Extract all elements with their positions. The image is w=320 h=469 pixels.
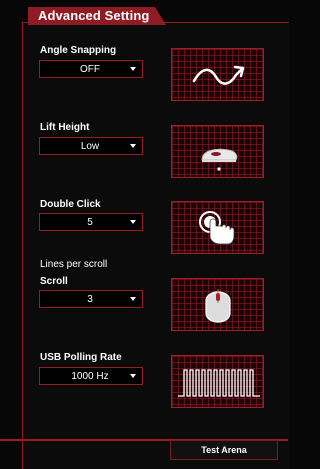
usb-polling-preview — [171, 355, 264, 408]
scroll-label: Scroll — [40, 276, 68, 287]
lift-height-select[interactable]: Low — [39, 137, 143, 155]
scroll-value: 3 — [87, 294, 93, 305]
angle-snapping-value: OFF — [80, 64, 100, 75]
usb-polling-rate-value: 1000 Hz — [71, 371, 109, 382]
lift-height-value: Low — [80, 141, 100, 152]
scroll-select[interactable]: 3 — [39, 290, 143, 308]
double-click-select[interactable]: 5 — [39, 213, 143, 231]
double-click-label: Double Click — [40, 199, 101, 210]
scroll-preview — [171, 278, 264, 331]
angle-snapping-select[interactable]: OFF — [39, 60, 143, 78]
chevron-down-icon — [130, 144, 136, 148]
hand-click-icon — [199, 211, 235, 245]
usb-polling-rate-select[interactable]: 1000 Hz — [39, 367, 143, 385]
wave-arrow-icon — [192, 65, 245, 85]
mouse-top-icon — [205, 289, 231, 323]
chevron-down-icon — [130, 67, 136, 71]
double-click-value: 5 — [87, 217, 93, 228]
lift-height-label: Lift Height — [40, 122, 90, 133]
usb-polling-rate-label: USB Polling Rate — [40, 352, 122, 363]
panel-title: Advanced Setting — [38, 8, 150, 23]
square-wave-icon — [178, 369, 260, 397]
test-arena-button[interactable]: Test Arena — [170, 440, 278, 460]
mouse-side-icon — [201, 148, 238, 171]
angle-snapping-label: Angle Snapping — [40, 45, 117, 56]
lines-per-scroll-caption: Lines per scroll — [40, 259, 108, 270]
double-click-preview — [171, 201, 264, 254]
lift-height-preview — [171, 125, 264, 178]
chevron-down-icon — [130, 220, 136, 224]
chevron-down-icon — [130, 297, 136, 301]
angle-snapping-preview — [171, 48, 264, 101]
chevron-down-icon — [130, 374, 136, 378]
